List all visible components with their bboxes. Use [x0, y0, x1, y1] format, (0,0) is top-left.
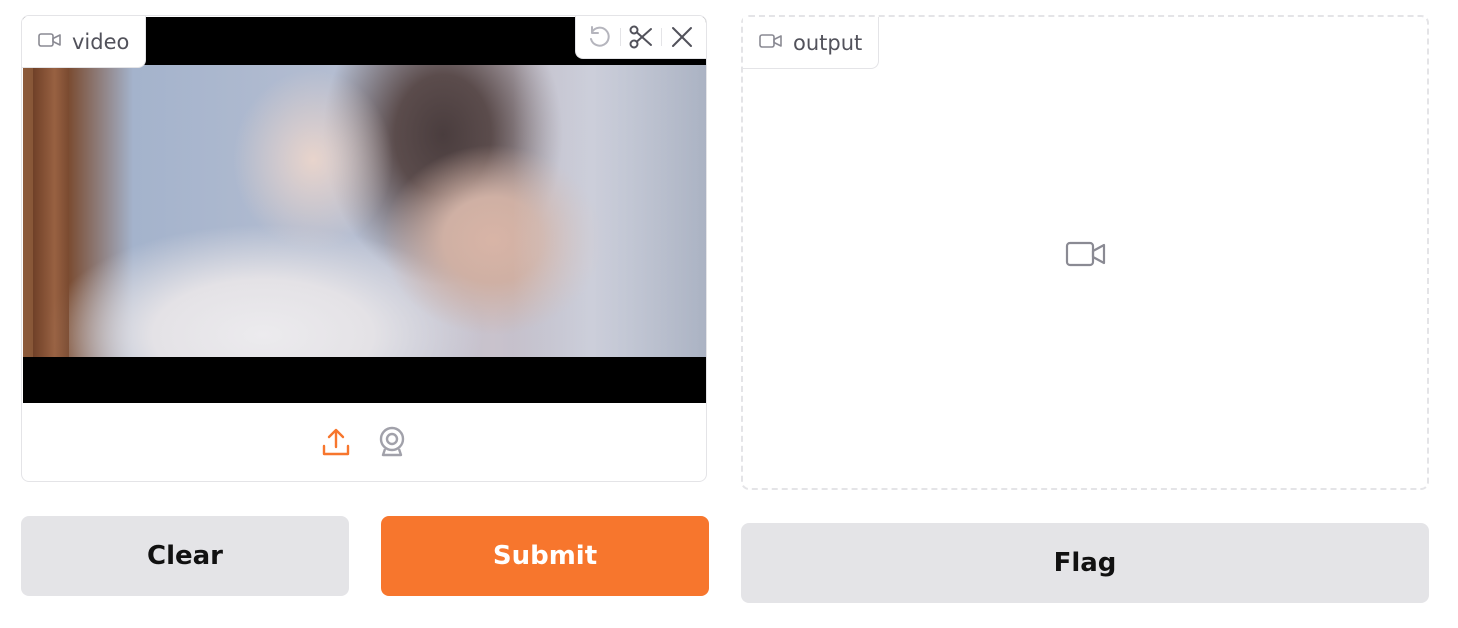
video-label: video	[72, 29, 130, 54]
webcam-icon	[379, 426, 405, 457]
source-selector	[22, 403, 706, 481]
video-toolbar	[575, 16, 706, 59]
flag-button[interactable]: Flag	[741, 523, 1429, 603]
upload-icon	[322, 428, 350, 456]
trim-button[interactable]	[626, 22, 656, 52]
frame-glare	[513, 65, 706, 357]
close-button[interactable]	[667, 22, 697, 52]
video-output-panel: output	[741, 15, 1429, 490]
undo-icon	[589, 26, 610, 47]
output-label: output	[793, 30, 863, 55]
video-player[interactable]	[23, 17, 706, 403]
webcam-button[interactable]	[375, 425, 409, 459]
video-camera-icon	[759, 31, 783, 55]
video-input-panel: video	[21, 15, 707, 482]
video-camera-icon	[38, 30, 62, 54]
toolbar-separator	[619, 28, 621, 46]
video-placeholder-icon	[1065, 239, 1107, 273]
undo-button[interactable]	[585, 22, 615, 52]
output-label-badge: output	[743, 17, 880, 69]
close-icon	[672, 27, 693, 47]
clear-button[interactable]: Clear	[21, 516, 349, 596]
upload-button[interactable]	[319, 425, 353, 459]
frame-rail	[33, 65, 69, 357]
video-label-badge: video	[22, 16, 147, 68]
submit-button[interactable]: Submit	[381, 516, 709, 596]
video-frame	[23, 65, 706, 357]
toolbar-separator	[661, 28, 663, 46]
scissors-icon	[629, 25, 652, 49]
